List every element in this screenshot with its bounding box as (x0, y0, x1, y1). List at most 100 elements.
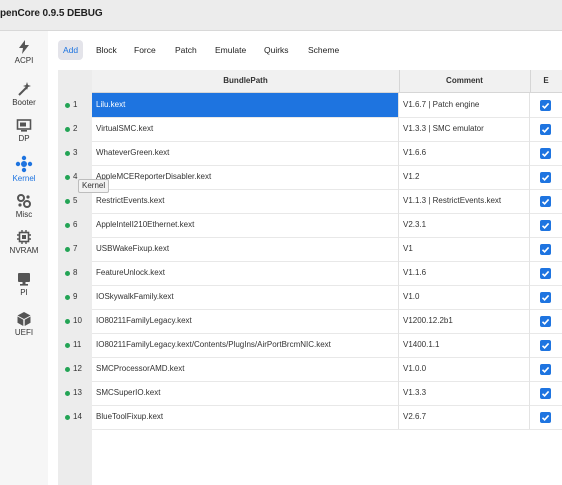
status-dot (65, 295, 70, 300)
bundlepath-cell[interactable]: VirtualSMC.kext (92, 117, 399, 141)
tab-emulate[interactable]: Emulate (215, 40, 246, 60)
sidebar-item-label: Misc (15, 210, 33, 219)
bundlepath-cell[interactable]: AppleIntelI210Ethernet.kext (92, 213, 399, 237)
comment-cell[interactable]: V2.6.7 (399, 405, 530, 429)
status-dot (65, 127, 70, 132)
row-index: 14 (58, 405, 92, 429)
status-dot (65, 103, 70, 108)
enabled-checkbox[interactable] (540, 244, 551, 255)
bundlepath-cell[interactable]: BlueToolFixup.kext (92, 405, 399, 429)
status-dot (65, 223, 70, 228)
tab-force[interactable]: Force (134, 40, 156, 60)
sidebar-item-uefi[interactable]: UEFI (0, 311, 48, 345)
status-dot (65, 367, 70, 372)
header-bundlepath[interactable]: BundlePath (92, 70, 400, 92)
bundlepath-cell[interactable]: AppleMCEReporterDisabler.kext (92, 165, 399, 189)
enabled-checkbox[interactable] (540, 148, 551, 159)
header-enabled[interactable]: E (530, 70, 562, 92)
header-comment[interactable]: Comment (399, 70, 531, 92)
table-row[interactable]: 11 IO80211FamilyLegacy.kext/Contents/Plug… (58, 333, 562, 357)
comment-cell[interactable]: V1.1.3 | RestrictEvents.kext (399, 189, 530, 213)
sidebar-item-kernel[interactable]: Kernel (0, 155, 48, 189)
enabled-checkbox[interactable] (540, 364, 551, 375)
enabled-checkbox[interactable] (540, 412, 551, 423)
enabled-checkbox[interactable] (540, 124, 551, 135)
tab-scheme[interactable]: Scheme (308, 40, 339, 60)
enabled-checkbox[interactable] (540, 292, 551, 303)
row-index: 13 (58, 381, 92, 405)
sidebar-item-dp[interactable]: DP (0, 117, 48, 151)
table-row[interactable]: 2 VirtualSMC.kext V1.3.3 | SMC emulator (58, 117, 562, 141)
bundlepath-cell[interactable]: WhateverGreen.kext (92, 141, 399, 165)
enabled-checkbox[interactable] (540, 196, 551, 207)
enabled-checkbox[interactable] (540, 268, 551, 279)
table-row[interactable]: 1 Lilu.kext V1.6.7 | Patch engine (58, 93, 562, 117)
gears-icon (0, 193, 48, 209)
row-index: 8 (58, 261, 92, 285)
enabled-checkbox[interactable] (540, 220, 551, 231)
kext-table: BundlePath Comment E 1 Lilu.kext V1.6.7 | … (58, 70, 562, 485)
comment-cell[interactable]: V1.6.7 | Patch engine (399, 93, 530, 117)
table-row[interactable]: 10 IO80211FamilyLegacy.kext V1200.12.2b1 (58, 309, 562, 333)
enabled-checkbox[interactable] (540, 316, 551, 327)
table-row[interactable]: 4 AppleMCEReporterDisabler.kext V1.2 (58, 165, 562, 189)
bundlepath-cell[interactable]: SMCProcessorAMD.kext (92, 357, 399, 381)
enabled-checkbox[interactable] (540, 388, 551, 399)
table-row[interactable]: 12 SMCProcessorAMD.kext V1.0.0 (58, 357, 562, 381)
tab-add[interactable]: Add (58, 40, 84, 60)
comment-cell[interactable]: V1400.1.1 (399, 333, 530, 357)
bundlepath-cell[interactable]: Lilu.kext (92, 93, 399, 117)
tab-block[interactable]: Block (96, 40, 117, 60)
comment-cell[interactable]: V1200.12.2b1 (399, 309, 530, 333)
table-row[interactable]: 6 AppleIntelI210Ethernet.kext V2.3.1 (58, 213, 562, 237)
sidebar-item-pi[interactable]: PI (0, 271, 48, 305)
tab-patch[interactable]: Patch (175, 40, 197, 60)
table-row[interactable]: 7 USBWakeFixup.kext V1 (58, 237, 562, 261)
table-header: BundlePath Comment E (92, 70, 562, 93)
tab-quirks[interactable]: Quirks (264, 40, 289, 60)
enabled-checkbox[interactable] (540, 100, 551, 111)
table-row[interactable]: 14 BlueToolFixup.kext V2.6.7 (58, 405, 562, 429)
table-row[interactable]: 3 WhateverGreen.kext V1.6.6 (58, 141, 562, 165)
sidebar-item-misc[interactable]: Misc (0, 193, 48, 227)
comment-cell[interactable]: V1 (399, 237, 530, 261)
comment-cell[interactable]: V2.3.1 (399, 213, 530, 237)
row-index: 12 (58, 357, 92, 381)
bundlepath-cell[interactable]: RestrictEvents.kext (92, 189, 399, 213)
status-dot (65, 247, 70, 252)
table-row[interactable]: 5 RestrictEvents.kext V1.1.3 | RestrictEve… (58, 189, 562, 213)
sidebar-item-label: UEFI (14, 328, 34, 337)
sidebar-item-booter[interactable]: Booter (0, 81, 48, 115)
comment-cell[interactable]: V1.6.6 (399, 141, 530, 165)
screen-icon (0, 271, 48, 287)
bundlepath-cell[interactable]: FeatureUnlock.kext (92, 261, 399, 285)
enabled-checkbox[interactable] (540, 340, 551, 351)
sidebar-item-label: DP (18, 134, 30, 143)
bundlepath-cell[interactable]: IO80211FamilyLegacy.kext/Contents/PlugIn… (92, 333, 399, 357)
table-row[interactable]: 8 FeatureUnlock.kext V1.1.6 (58, 261, 562, 285)
sidebar-item-nvram[interactable]: NVRAM (0, 229, 48, 263)
row-index: 2 (58, 117, 92, 141)
tab-bar: Add Block Force Patch Emulate Quirks Sch… (58, 40, 562, 62)
table-row[interactable]: 13 SMCSuperIO.kext V1.3.3 (58, 381, 562, 405)
bundlepath-cell[interactable]: IOSkywalkFamily.kext (92, 285, 399, 309)
comment-cell[interactable]: V1.1.6 (399, 261, 530, 285)
comment-cell[interactable]: V1.0 (399, 285, 530, 309)
bundlepath-cell[interactable]: USBWakeFixup.kext (92, 237, 399, 261)
window-title: penCore 0.9.5 DEBUG (0, 8, 103, 19)
sidebar-item-label: ACPI (14, 56, 34, 65)
comment-cell[interactable]: V1.0.0 (399, 357, 530, 381)
comment-cell[interactable]: V1.3.3 | SMC emulator (399, 117, 530, 141)
sidebar-item-acpi[interactable]: ACPI (0, 39, 48, 73)
bundlepath-cell[interactable]: IO80211FamilyLegacy.kext (92, 309, 399, 333)
comment-cell[interactable]: V1.3.3 (399, 381, 530, 405)
row-index: 1 (58, 93, 92, 117)
bundlepath-cell[interactable]: SMCSuperIO.kext (92, 381, 399, 405)
row-index: 11 (58, 333, 92, 357)
row-number: 10 (73, 316, 82, 325)
row-divider (92, 429, 562, 430)
enabled-checkbox[interactable] (540, 172, 551, 183)
comment-cell[interactable]: V1.2 (399, 165, 530, 189)
row-number: 4 (73, 172, 78, 181)
table-row[interactable]: 9 IOSkywalkFamily.kext V1.0 (58, 285, 562, 309)
